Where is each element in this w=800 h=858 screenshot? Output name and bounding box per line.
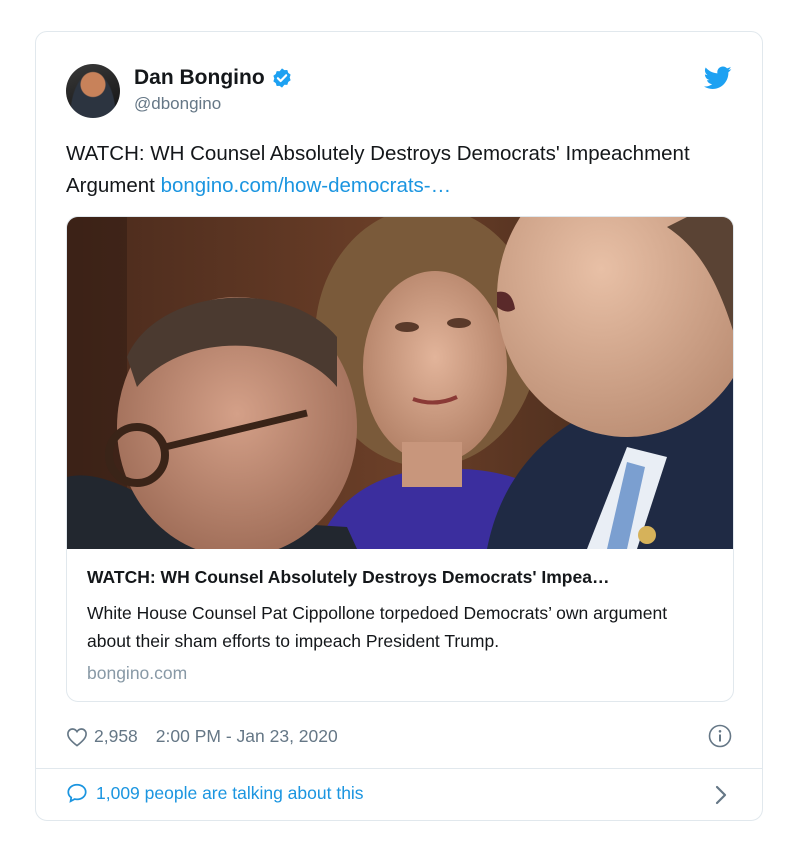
link-preview-card[interactable]: WATCH: WH Counsel Absolutely Destroys De… [66, 216, 734, 702]
twitter-bird-icon[interactable] [704, 66, 732, 90]
embedded-tweet-card: Dan Bongino @dbongino WATCH: WH Counsel … [35, 31, 763, 821]
author-avatar[interactable] [66, 64, 120, 118]
tweet-link[interactable]: bongino.com/how-democrats-… [161, 174, 452, 197]
tweet-meta-row: 2,958 2:00 PM - Jan 23, 2020 [66, 726, 338, 747]
author-name-row: Dan Bongino [134, 66, 293, 90]
link-card-domain: bongino.com [87, 663, 188, 683]
verified-badge-icon [273, 68, 291, 88]
divider [36, 768, 762, 769]
heart-icon[interactable] [66, 727, 88, 747]
tweet-timestamp[interactable]: 2:00 PM - Jan 23, 2020 [156, 726, 338, 747]
info-icon[interactable] [708, 724, 732, 748]
conversation-row[interactable]: 1,009 people are talking about this [66, 782, 364, 804]
tweet-text: WATCH: WH Counsel Absolutely Destroys De… [66, 138, 726, 202]
preview-photo [67, 217, 733, 549]
link-card-title[interactable]: WATCH: WH Counsel Absolutely Destroys De… [87, 567, 717, 588]
chevron-right-icon[interactable] [714, 784, 728, 806]
author-handle[interactable]: @dbongino [134, 94, 221, 114]
author-name[interactable]: Dan Bongino [134, 66, 265, 90]
like-count[interactable]: 2,958 [94, 726, 138, 747]
link-card-description: White House Counsel Pat Cippollone torpe… [87, 603, 668, 651]
comment-bubble-icon [67, 783, 87, 803]
conversation-label[interactable]: 1,009 people are talking about this [96, 783, 364, 804]
